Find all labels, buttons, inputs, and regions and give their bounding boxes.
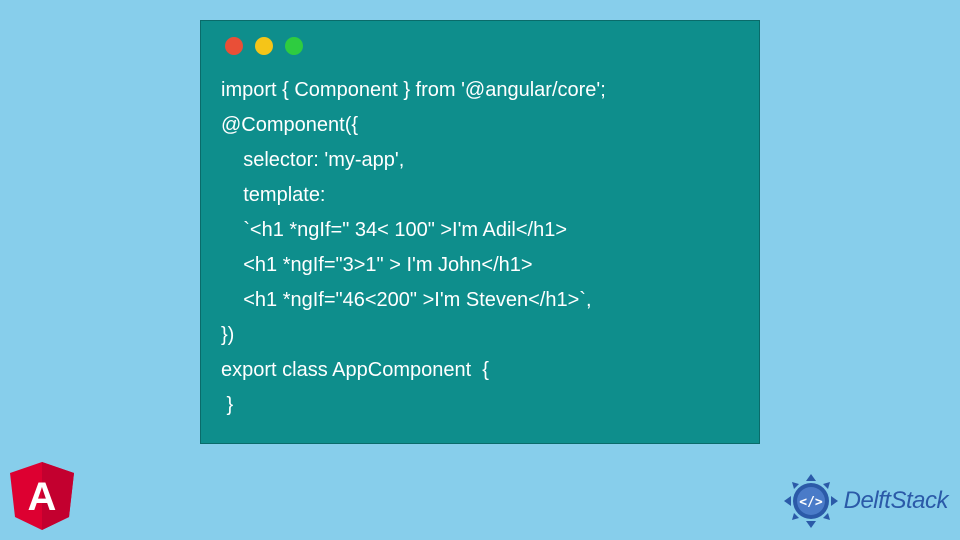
code-block: import { Component } from '@angular/core… [221,73,739,423]
delftstack-badge-icon: </> [782,472,840,530]
window-controls [221,37,739,55]
svg-text:</>: </> [799,495,823,510]
close-icon [225,37,243,55]
angular-logo-icon: A [10,462,74,530]
delftstack-logo: </> DelftStack [782,472,948,530]
maximize-icon [285,37,303,55]
angular-letter: A [28,475,57,519]
minimize-icon [255,37,273,55]
code-window: import { Component } from '@angular/core… [200,20,760,444]
delftstack-text: DelftStack [844,487,948,515]
